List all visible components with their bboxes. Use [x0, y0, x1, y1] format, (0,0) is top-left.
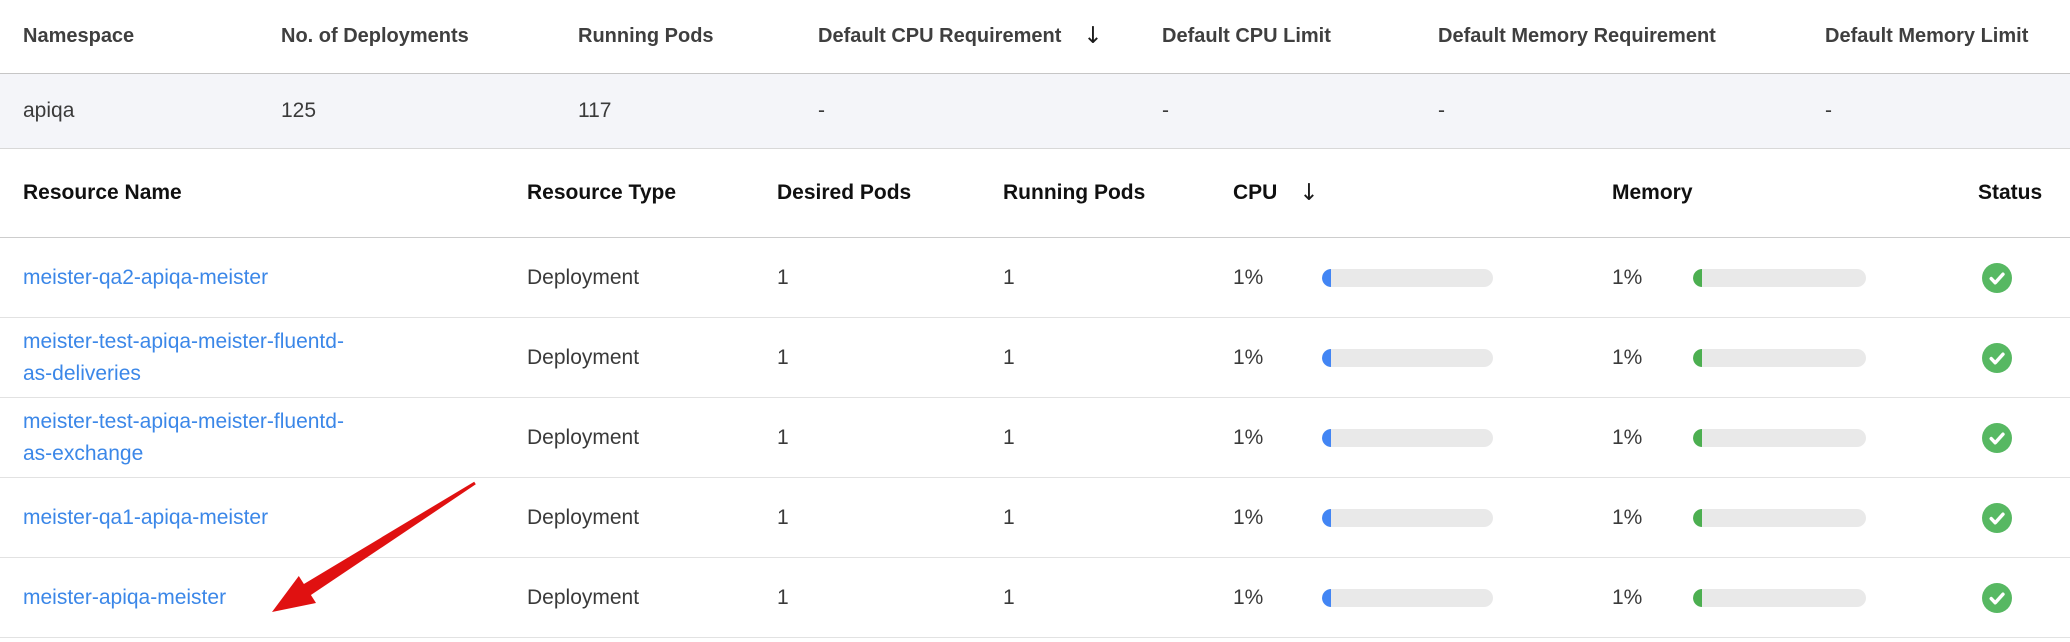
table-row: meister-qa2-apiqa-meister Deployment 1 1… — [0, 238, 2070, 318]
col-header-default-memory-requirement[interactable]: Default Memory Requirement — [1438, 25, 1825, 48]
resource-link[interactable]: meister-qa2-apiqa-meister — [23, 262, 268, 294]
memory-percent: 1% — [1612, 586, 1693, 610]
default-cpu-limit-value: - — [1162, 99, 1438, 123]
col-header-default-memory-limit[interactable]: Default Memory Limit — [1825, 25, 2070, 48]
running-pods: 1 — [1003, 346, 1233, 370]
memory-usage-bar — [1693, 509, 1866, 527]
memory-percent: 1% — [1612, 426, 1693, 450]
cpu-percent: 1% — [1233, 586, 1322, 610]
memory-usage-bar — [1693, 269, 1866, 287]
memory-usage-fill — [1693, 589, 1702, 607]
resource-link[interactable]: meister-test-apiqa-meister-fluentd- as-e… — [23, 406, 344, 470]
col-header-resource-name[interactable]: Resource Name — [23, 181, 527, 205]
resource-type: Deployment — [527, 426, 777, 450]
namespace-detail-screen: Namespace No. of Deployments Running Pod… — [0, 0, 2070, 642]
memory-percent: 1% — [1612, 266, 1693, 290]
status-healthy-icon — [1982, 423, 2012, 453]
desired-pods: 1 — [777, 346, 1003, 370]
memory-percent: 1% — [1612, 346, 1693, 370]
status-healthy-icon — [1982, 343, 2012, 373]
cpu-usage-bar — [1322, 589, 1493, 607]
col-header-resource-type[interactable]: Resource Type — [527, 181, 777, 205]
cpu-usage-fill — [1322, 589, 1331, 607]
sort-descending-icon[interactable]: ↓ — [1299, 182, 1318, 205]
running-pods-count: 117 — [578, 99, 818, 123]
memory-usage-fill — [1693, 269, 1702, 287]
memory-usage-bar — [1693, 349, 1866, 367]
table-row: meister-apiqa-meister Deployment 1 1 1% … — [0, 558, 2070, 638]
cpu-usage-bar — [1322, 269, 1493, 287]
col-header-memory[interactable]: Memory — [1612, 181, 1978, 205]
status-healthy-icon — [1982, 583, 2012, 613]
desired-pods: 1 — [777, 506, 1003, 530]
col-header-running-pods[interactable]: Running Pods — [578, 25, 818, 48]
memory-usage-fill — [1693, 429, 1702, 447]
resource-link[interactable]: meister-qa1-apiqa-meister — [23, 502, 268, 534]
cpu-percent: 1% — [1233, 506, 1322, 530]
namespace-name: apiqa — [23, 99, 281, 123]
cpu-usage-fill — [1322, 269, 1331, 287]
resource-type: Deployment — [527, 266, 777, 290]
default-memory-requirement-value: - — [1438, 99, 1825, 123]
desired-pods: 1 — [777, 266, 1003, 290]
col-header-status[interactable]: Status — [1978, 181, 2070, 205]
table-row: meister-test-apiqa-meister-fluentd- as-d… — [0, 318, 2070, 398]
resource-type: Deployment — [527, 586, 777, 610]
resource-link[interactable]: meister-test-apiqa-meister-fluentd- as-d… — [23, 326, 344, 390]
col-header-default-cpu-requirement[interactable]: Default CPU Requirement ↓ — [818, 25, 1162, 48]
sort-descending-icon[interactable]: ↓ — [1083, 25, 1102, 48]
table-row: meister-qa1-apiqa-meister Deployment 1 1… — [0, 478, 2070, 558]
col-header-deployments[interactable]: No. of Deployments — [281, 25, 578, 48]
running-pods: 1 — [1003, 266, 1233, 290]
cpu-usage-fill — [1322, 349, 1331, 367]
resource-type: Deployment — [527, 506, 777, 530]
cpu-percent: 1% — [1233, 266, 1322, 290]
cpu-usage-bar — [1322, 509, 1493, 527]
cpu-usage-fill — [1322, 429, 1331, 447]
desired-pods: 1 — [777, 586, 1003, 610]
memory-usage-fill — [1693, 349, 1702, 367]
col-header-running-pods[interactable]: Running Pods — [1003, 181, 1233, 205]
running-pods: 1 — [1003, 506, 1233, 530]
running-pods: 1 — [1003, 426, 1233, 450]
col-header-default-cpu-limit[interactable]: Default CPU Limit — [1162, 25, 1438, 48]
col-header-label: CPU — [1233, 181, 1277, 205]
cpu-usage-bar — [1322, 349, 1493, 367]
desired-pods: 1 — [777, 426, 1003, 450]
namespace-row-apiqa[interactable]: apiqa 125 117 - - - - — [0, 74, 2070, 149]
resource-type: Deployment — [527, 346, 777, 370]
namespace-table-header: Namespace No. of Deployments Running Pod… — [0, 0, 2070, 74]
table-row: meister-test-apiqa-meister-fluentd- as-e… — [0, 398, 2070, 478]
cpu-percent: 1% — [1233, 346, 1322, 370]
default-memory-limit-value: - — [1825, 99, 2070, 123]
default-cpu-requirement-value: - — [818, 99, 1162, 123]
memory-usage-bar — [1693, 429, 1866, 447]
cpu-usage-bar — [1322, 429, 1493, 447]
memory-percent: 1% — [1612, 506, 1693, 530]
cpu-percent: 1% — [1233, 426, 1322, 450]
col-header-label: Default CPU Requirement — [818, 25, 1061, 48]
memory-usage-bar — [1693, 589, 1866, 607]
running-pods: 1 — [1003, 586, 1233, 610]
status-healthy-icon — [1982, 263, 2012, 293]
cpu-usage-fill — [1322, 509, 1331, 527]
memory-usage-fill — [1693, 509, 1702, 527]
status-healthy-icon — [1982, 503, 2012, 533]
col-header-namespace[interactable]: Namespace — [23, 25, 281, 48]
resource-table-header: Resource Name Resource Type Desired Pods… — [0, 149, 2070, 238]
deployments-count: 125 — [281, 99, 578, 123]
col-header-desired-pods[interactable]: Desired Pods — [777, 181, 1003, 205]
col-header-cpu[interactable]: CPU ↓ — [1233, 181, 1612, 205]
resource-link[interactable]: meister-apiqa-meister — [23, 582, 226, 614]
